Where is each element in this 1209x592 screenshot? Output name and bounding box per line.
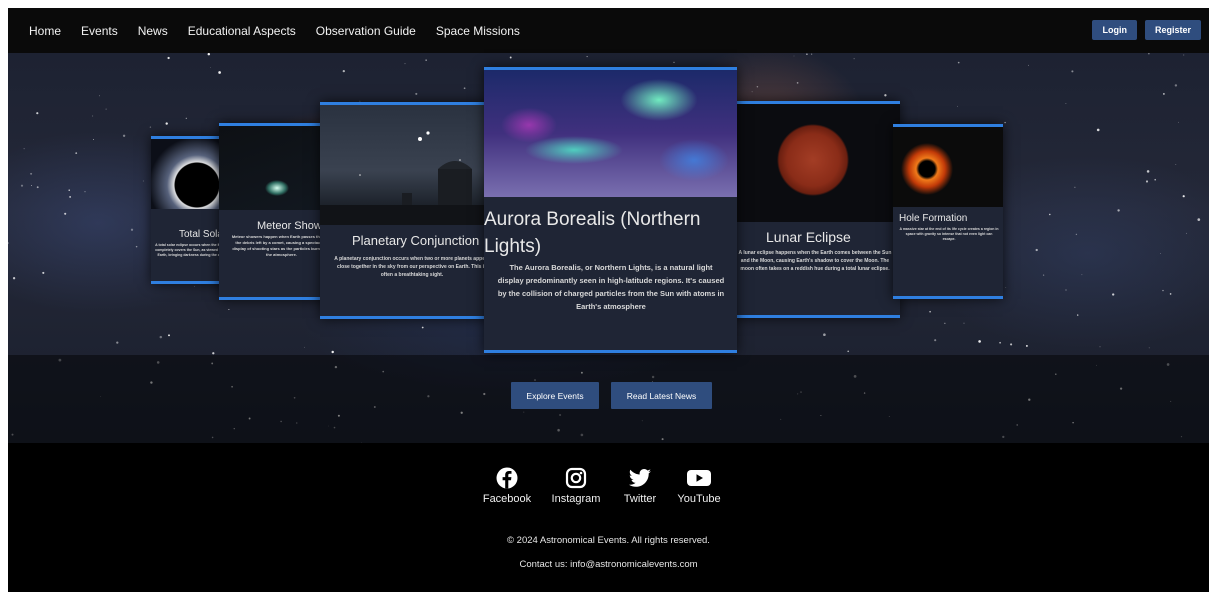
auth-buttons: Login Register xyxy=(1092,20,1201,40)
social-label: YouTube xyxy=(677,493,721,505)
nav-home[interactable]: Home xyxy=(29,24,61,38)
instagram-icon xyxy=(565,467,587,489)
card-title: Lunar Eclipse xyxy=(766,229,851,245)
read-latest-news-button[interactable]: Read Latest News xyxy=(611,382,712,409)
card-title: Meteor Show xyxy=(257,220,322,232)
twitter-icon xyxy=(629,469,651,487)
top-nav: Home Events News Educational Aspects Obs… xyxy=(8,8,1209,53)
red-moon-image xyxy=(731,104,900,222)
card-title: Total Sola xyxy=(179,229,223,240)
social-twitter[interactable]: Twitter xyxy=(616,467,664,505)
card-description: A massive star at the end of its life cy… xyxy=(899,227,999,241)
social-facebook[interactable]: Facebook xyxy=(481,467,533,505)
card-description: A planetary conjunction occurs when two … xyxy=(334,256,490,278)
event-card-aurora-borealis[interactable]: Aurora Borealis (Northern Lights) The Au… xyxy=(484,67,737,353)
nav-events[interactable]: Events xyxy=(81,24,118,38)
nav-news[interactable]: News xyxy=(138,24,168,38)
nav-observation-guide[interactable]: Observation Guide xyxy=(316,24,416,38)
copyright-text: © 2024 Astronomical Events. All rights r… xyxy=(507,535,710,546)
nav-links: Home Events News Educational Aspects Obs… xyxy=(29,24,540,38)
event-card-planetary-conjunction[interactable]: Planetary Conjunction A planetary conjun… xyxy=(320,102,490,319)
black-hole-image xyxy=(893,127,1003,207)
footer: Facebook Instagram Twitter YouTube © 202… xyxy=(8,443,1209,592)
card-title: Aurora Borealis (Northern Lights) xyxy=(484,209,701,257)
observatory-image xyxy=(320,105,490,225)
event-card-black-hole-formation[interactable]: Hole Formation A massive star at the end… xyxy=(893,124,1003,299)
card-description: A total solar eclipse occurs when the Mo… xyxy=(155,243,227,257)
nav-educational-aspects[interactable]: Educational Aspects xyxy=(188,24,296,38)
card-title: Planetary Conjunction xyxy=(352,233,480,248)
card-description: A lunar eclipse happens when the Earth c… xyxy=(738,250,892,272)
social-instagram[interactable]: Instagram xyxy=(546,467,606,505)
card-description: Meteor showers happen when Earth passes … xyxy=(231,234,332,257)
social-label: Instagram xyxy=(551,493,601,505)
social-label: Twitter xyxy=(623,493,657,505)
facebook-icon xyxy=(496,467,518,489)
hero-section: Total Sola A total solar eclipse occurs … xyxy=(8,53,1209,443)
hero-lower-band xyxy=(8,355,1209,443)
register-button[interactable]: Register xyxy=(1144,20,1201,40)
contact-text: Contact us: info@astronomicalevents.com xyxy=(519,559,698,570)
explore-events-button[interactable]: Explore Events xyxy=(511,382,599,409)
observatory-illustration xyxy=(320,131,490,225)
login-button[interactable]: Login xyxy=(1092,20,1137,40)
aurora-image xyxy=(484,70,737,197)
youtube-icon xyxy=(687,470,711,486)
event-card-lunar-eclipse[interactable]: Lunar Eclipse A lunar eclipse happens wh… xyxy=(731,101,900,318)
social-youtube[interactable]: YouTube xyxy=(672,467,726,505)
card-title: Hole Formation xyxy=(899,213,968,224)
page-frame: Home Events News Educational Aspects Obs… xyxy=(8,8,1209,592)
social-label: Facebook xyxy=(482,493,532,505)
social-links: Facebook Instagram Twitter YouTube xyxy=(481,467,726,505)
card-description: The Aurora Borealis, or Northern Lights,… xyxy=(497,263,725,311)
nav-space-missions[interactable]: Space Missions xyxy=(436,24,520,38)
